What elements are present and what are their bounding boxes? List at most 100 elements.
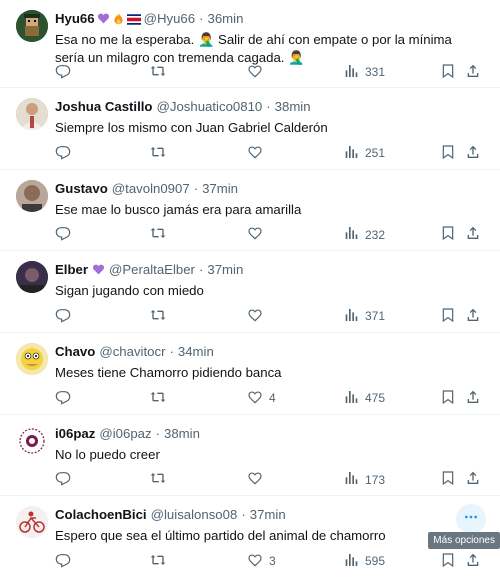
bookmark-icon (440, 470, 456, 489)
views-button[interactable]: 475 (343, 389, 385, 408)
views-button[interactable]: 595 (343, 552, 385, 571)
tweet[interactable]: Chavo @chavitocr · 34min Meses tiene Cha… (0, 333, 500, 415)
share-button[interactable] (465, 389, 481, 408)
author-name[interactable]: Elber (55, 261, 88, 278)
like-button[interactable] (247, 144, 269, 163)
avatar[interactable] (16, 10, 48, 42)
author-handle[interactable]: @Hyu66 (144, 10, 196, 27)
like-button[interactable] (247, 307, 269, 326)
author-handle[interactable]: @chavitocr (99, 343, 165, 360)
timestamp[interactable]: 36min (208, 10, 244, 27)
avatar[interactable] (16, 343, 48, 376)
reply-button[interactable] (55, 389, 71, 408)
timestamp[interactable]: 38min (164, 425, 200, 442)
author-name[interactable]: ColachoenBici (55, 506, 147, 523)
views-button[interactable]: 371 (343, 307, 385, 326)
bookmark-button[interactable] (440, 389, 456, 408)
avatar-image (16, 261, 48, 294)
tweet-text: Ese mae lo busco jamás era para amarilla (55, 201, 302, 217)
retweet-button[interactable] (150, 389, 166, 408)
avatar[interactable] (16, 98, 48, 130)
retweet-icon (150, 470, 166, 489)
separator-dot: · (155, 425, 160, 441)
reply-icon (55, 307, 71, 326)
author-name[interactable]: i06paz (55, 425, 95, 442)
share-button[interactable] (465, 225, 481, 244)
reply-icon (55, 552, 71, 571)
timestamp[interactable]: 34min (178, 343, 214, 360)
like-button[interactable] (247, 63, 269, 82)
retweet-button[interactable] (150, 63, 166, 82)
views-count: 371 (365, 309, 386, 324)
author-name[interactable]: Joshua Castillo (55, 98, 152, 115)
bookmark-button[interactable] (440, 63, 456, 82)
share-icon (465, 389, 481, 408)
tweet[interactable]: ColachoenBici @luisalonso08 · 37min Espe… (0, 496, 500, 578)
share-icon (465, 552, 481, 571)
bookmark-button[interactable] (440, 470, 456, 489)
avatar[interactable] (16, 261, 48, 294)
like-button[interactable] (247, 225, 269, 244)
bookmark-icon (440, 389, 456, 408)
avatar[interactable] (16, 424, 48, 457)
reply-button[interactable] (55, 225, 71, 244)
share-button[interactable] (465, 63, 481, 82)
share-button[interactable] (465, 307, 481, 326)
share-button[interactable] (465, 552, 481, 571)
share-button[interactable] (465, 470, 481, 489)
retweet-button[interactable] (150, 307, 166, 326)
bookmark-icon (440, 552, 456, 571)
bookmark-button[interactable] (440, 552, 456, 571)
reply-button[interactable] (55, 552, 71, 571)
reply-button[interactable] (55, 63, 71, 82)
timestamp[interactable]: 37min (202, 180, 238, 197)
tweet[interactable]: Elber @PeraltaElber · 37min Sigan jugand… (0, 251, 500, 334)
retweet-button[interactable] (150, 552, 166, 571)
tweet[interactable]: Hyu66 @Hyu66 · 36min Esa no me la espera… (0, 0, 500, 88)
bookmark-button[interactable] (440, 307, 456, 326)
tweet[interactable]: i06paz @i06paz · 38min No lo puedo creer… (0, 415, 500, 497)
avatar[interactable] (16, 179, 48, 212)
bookmark-icon (440, 307, 456, 326)
author-handle[interactable]: @tavoln0907 (112, 180, 190, 197)
retweet-button[interactable] (150, 144, 166, 163)
share-button[interactable] (465, 144, 481, 163)
author-name[interactable]: Hyu66 (55, 10, 95, 27)
reply-button[interactable] (55, 307, 71, 326)
author-name[interactable]: Chavo (55, 343, 95, 360)
more-options-tooltip: Más opciones (428, 532, 500, 549)
bookmark-button[interactable] (440, 225, 456, 244)
retweet-icon (150, 63, 166, 82)
timestamp[interactable]: 38min (275, 98, 311, 115)
retweet-button[interactable] (150, 225, 166, 244)
bookmark-button[interactable] (440, 144, 456, 163)
views-count: 331 (365, 65, 386, 79)
like-button[interactable]: 4 (247, 389, 276, 408)
author-handle[interactable]: @luisalonso08 (151, 506, 238, 523)
timestamp[interactable]: 37min (250, 506, 286, 523)
views-button[interactable]: 331 (343, 63, 385, 82)
views-icon (343, 144, 359, 163)
like-icon (247, 552, 263, 571)
reply-button[interactable] (55, 470, 71, 489)
author-name[interactable]: Gustavo (55, 180, 108, 197)
tweet[interactable]: Joshua Castillo @Joshuatico0810 · 38min … (0, 88, 500, 170)
author-handle[interactable]: @Joshuatico0810 (156, 98, 262, 115)
retweet-button[interactable] (150, 470, 166, 489)
views-button[interactable]: 173 (343, 470, 385, 489)
views-button[interactable]: 251 (343, 144, 385, 163)
like-button[interactable]: 3 (247, 552, 276, 571)
share-icon (465, 470, 481, 489)
author-handle[interactable]: @PeraltaElber (109, 261, 195, 278)
like-button[interactable] (247, 470, 269, 489)
author-handle[interactable]: @i06paz (99, 425, 151, 442)
reply-icon (55, 389, 71, 408)
reply-button[interactable] (55, 144, 71, 163)
retweet-icon (150, 552, 166, 571)
tweet[interactable]: Gustavo @tavoln0907 · 37min Ese mae lo b… (0, 170, 500, 252)
views-button[interactable]: 232 (343, 225, 385, 244)
like-icon (247, 307, 263, 326)
separator-dot: · (241, 507, 246, 523)
avatar[interactable] (16, 506, 48, 539)
timestamp[interactable]: 37min (207, 261, 243, 278)
